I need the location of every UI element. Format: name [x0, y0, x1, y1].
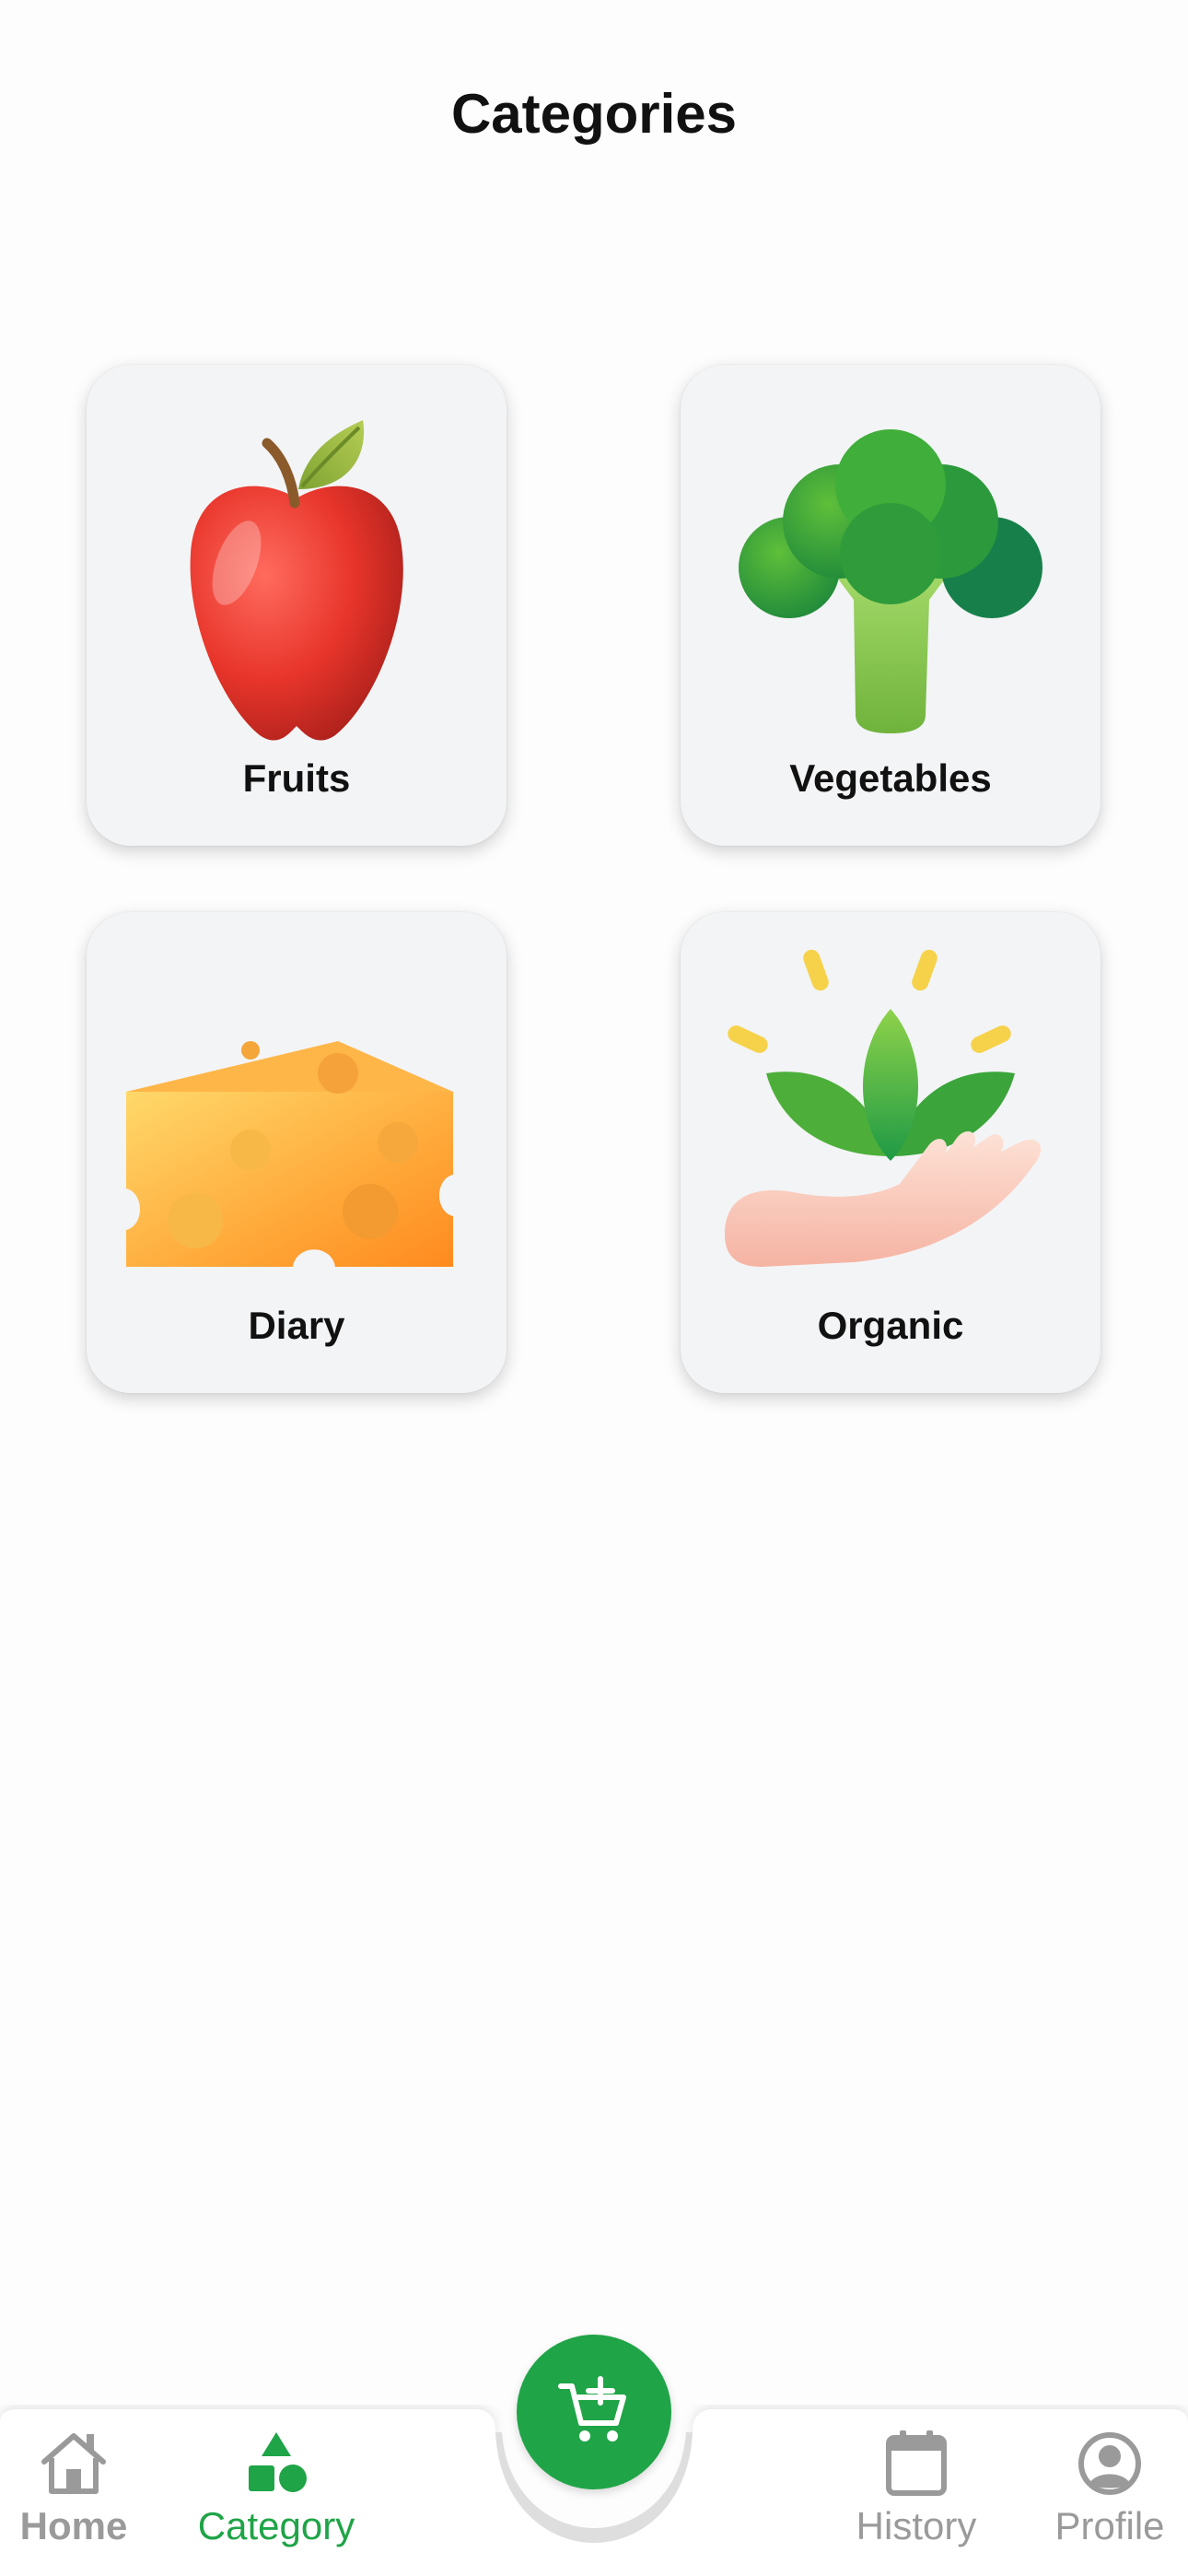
category-card-fruits[interactable]: Fruits	[87, 365, 507, 846]
category-card-diary[interactable]: Diary	[87, 912, 507, 1393]
calendar-icon	[886, 2430, 947, 2496]
nav-item-home[interactable]: Home	[9, 2427, 138, 2565]
nav-label-profile: Profile	[1054, 2504, 1165, 2547]
nav-label-home: Home	[19, 2504, 128, 2547]
broccoli-icon	[739, 429, 1042, 733]
nav-label-category: Category	[197, 2504, 355, 2547]
category-label: Vegetables	[789, 756, 992, 800]
category-shapes-icon	[249, 2432, 307, 2492]
home-icon	[41, 2433, 106, 2494]
cheese-icon	[126, 1041, 453, 1267]
nav-item-profile[interactable]: Profile	[1041, 2427, 1179, 2565]
nav-item-history[interactable]: History	[833, 2427, 999, 2565]
category-label: Diary	[248, 1304, 345, 1347]
category-card-vegetables[interactable]: Vegetables	[681, 365, 1101, 846]
organic-hand-leaf-icon	[725, 949, 1042, 1267]
category-label: Fruits	[242, 756, 351, 800]
category-card-organic[interactable]: Organic	[681, 912, 1101, 1393]
category-label: Organic	[817, 1304, 964, 1347]
nav-item-category[interactable]: Category	[184, 2427, 368, 2565]
apple-icon	[190, 420, 403, 741]
page-title: Categories	[450, 83, 738, 145]
add-to-cart-button[interactable]	[517, 2335, 671, 2489]
add-to-cart-icon	[558, 2376, 626, 2441]
user-icon	[1078, 2432, 1141, 2495]
nav-label-history: History	[856, 2504, 977, 2547]
